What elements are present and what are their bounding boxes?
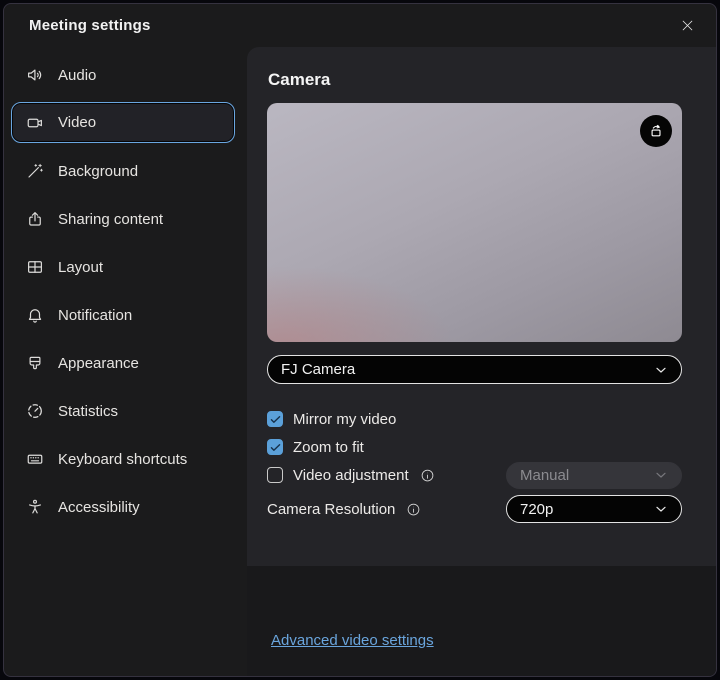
sidebar-item-notification[interactable]: Notification [11,291,235,339]
mirror-my-video-row: Mirror my video [267,405,682,433]
zoom-to-fit-label: Zoom to fit [293,439,364,456]
sidebar-item-label: Video [58,114,96,131]
video-adjustment-row: Video adjustment Manual [267,461,682,489]
sidebar-item-statistics[interactable]: Statistics [11,387,235,435]
sidebar-item-label: Keyboard shortcuts [58,451,187,468]
speaker-icon [26,66,44,84]
sidebar-item-audio[interactable]: Audio [11,51,235,99]
video-settings-panel: Camera FJ Camera [247,47,716,566]
sidebar-item-sharing-content[interactable]: Sharing content [11,195,235,243]
video-adjustment-mode-value: Manual [520,467,569,484]
close-icon [680,18,695,33]
video-camera-icon [26,114,44,132]
video-adjustment-mode-select[interactable]: Manual [506,462,682,489]
chevron-down-icon [653,362,669,378]
zoom-to-fit-checkbox[interactable] [267,439,283,455]
sidebar-item-background[interactable]: Background [11,147,235,195]
layout-grid-icon [26,258,44,276]
rotate-camera-icon [647,122,665,140]
panel-footer: Advanced video settings [247,566,716,676]
sidebar-item-label: Accessibility [58,499,140,516]
mirror-my-video-checkbox[interactable] [267,411,283,427]
paintbrush-icon [26,354,44,372]
mirror-my-video-label: Mirror my video [293,411,396,428]
titlebar: Meeting settings [4,4,716,47]
camera-device-value: FJ Camera [281,361,355,378]
camera-device-select[interactable]: FJ Camera [267,355,682,384]
sidebar-item-label: Layout [58,259,103,276]
video-adjustment-label: Video adjustment [293,467,409,484]
sidebar-item-label: Appearance [58,355,139,372]
camera-options: Mirror my video Zoom to fit [267,405,682,523]
checkmark-icon [269,413,282,426]
camera-resolution-value: 720p [520,501,553,518]
share-icon [26,210,44,228]
sidebar-item-accessibility[interactable]: Accessibility [11,483,235,531]
keyboard-icon [26,450,44,468]
close-button[interactable] [670,11,704,41]
sidebar-item-layout[interactable]: Layout [11,243,235,291]
chevron-down-icon [653,467,669,483]
settings-nav: Audio Video Background Sharing content Layou… [4,47,247,676]
camera-resolution-row: Camera Resolution 720p [267,495,682,523]
sidebar-item-label: Audio [58,67,96,84]
rotate-camera-button[interactable] [640,115,672,147]
sidebar-item-appearance[interactable]: Appearance [11,339,235,387]
gauge-icon [26,402,44,420]
sidebar-item-label: Notification [58,307,132,324]
accessibility-icon [26,498,44,516]
magic-wand-icon [26,162,44,180]
bell-icon [26,306,44,324]
camera-resolution-label: Camera Resolution [267,501,395,518]
camera-preview [267,103,682,342]
sidebar-item-label: Background [58,163,138,180]
dialog-title: Meeting settings [29,17,151,34]
video-adjustment-checkbox[interactable] [267,467,283,483]
sidebar-item-label: Statistics [58,403,118,420]
info-icon [406,502,421,517]
chevron-down-icon [653,501,669,517]
sidebar-item-video[interactable]: Video [11,102,235,143]
checkmark-icon [269,441,282,454]
camera-resolution-select[interactable]: 720p [506,495,682,523]
panel-heading: Camera [268,70,682,90]
advanced-video-settings-link[interactable]: Advanced video settings [271,632,434,649]
sidebar-item-keyboard-shortcuts[interactable]: Keyboard shortcuts [11,435,235,483]
sidebar-item-label: Sharing content [58,211,163,228]
info-icon [420,468,435,483]
meeting-settings-dialog: Meeting settings Audio Video Background Sha… [3,3,717,677]
zoom-to-fit-row: Zoom to fit [267,433,682,461]
